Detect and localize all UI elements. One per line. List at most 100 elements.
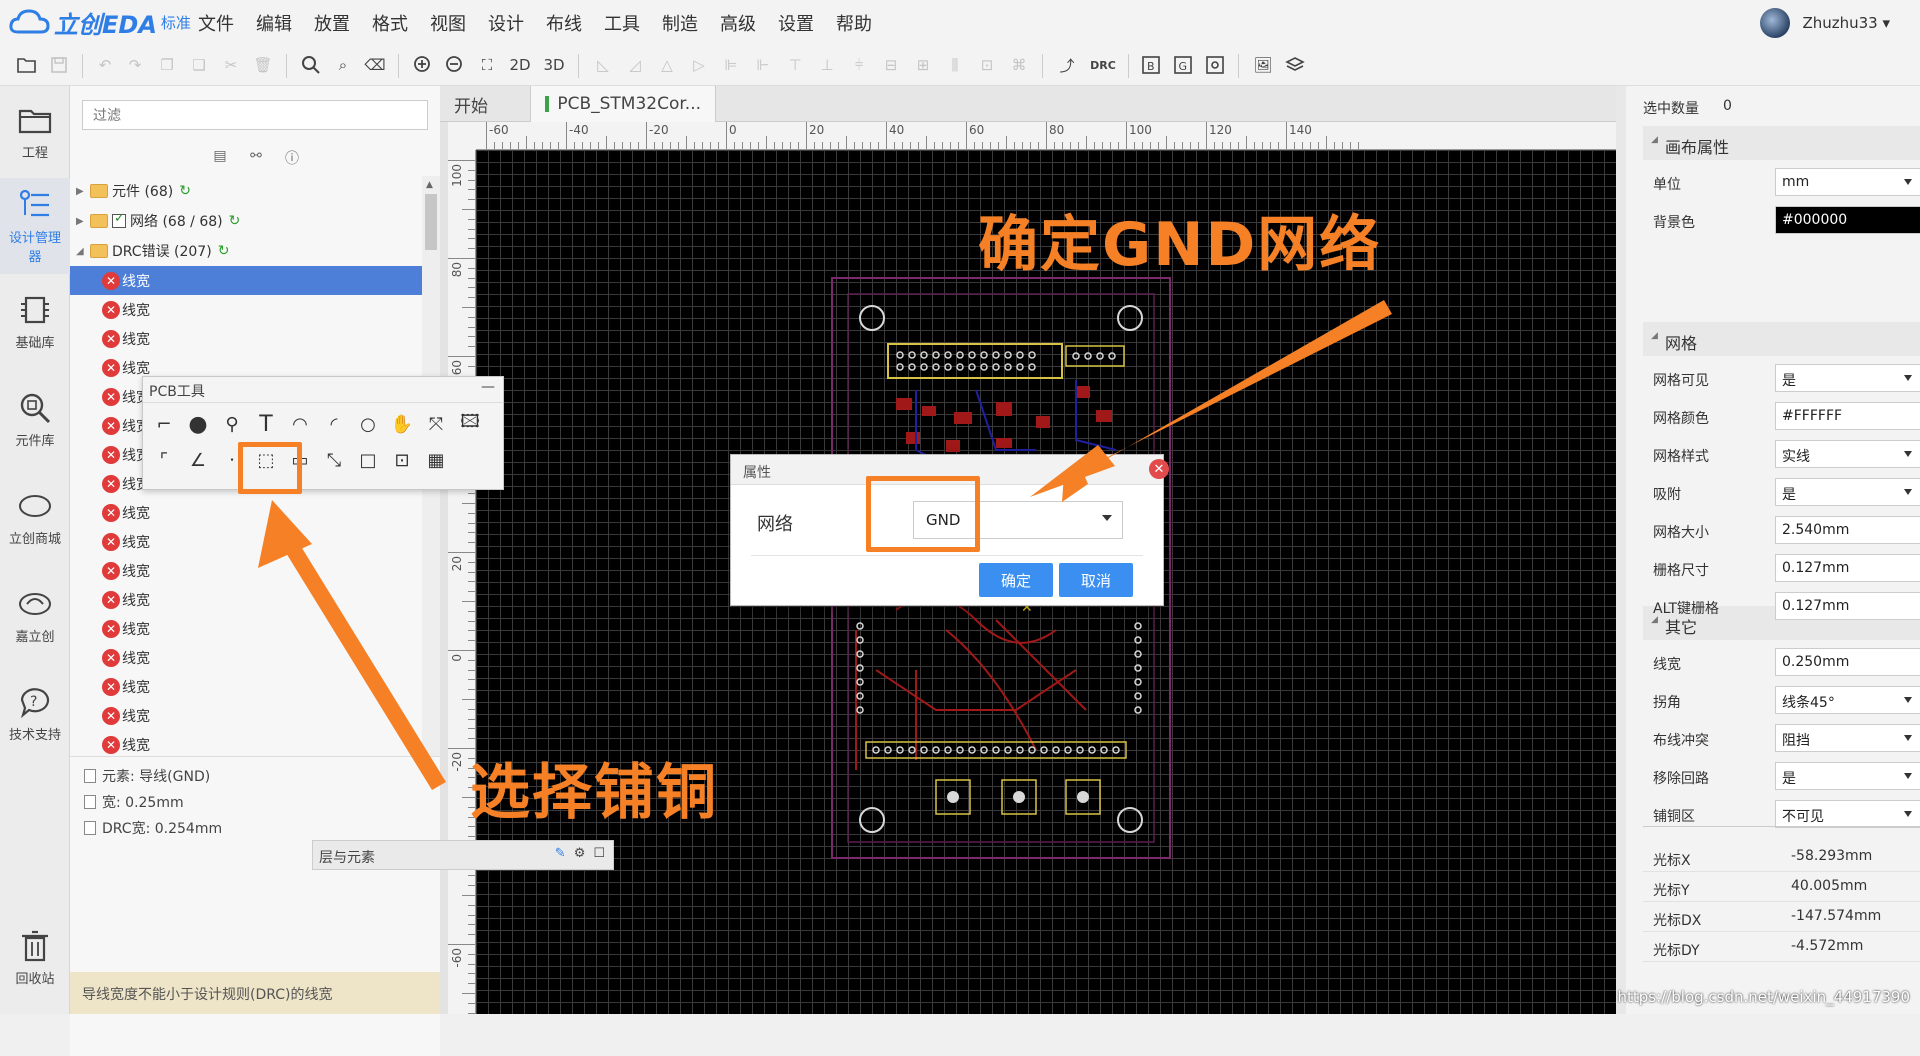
cut-icon[interactable]: ✂ — [218, 52, 244, 78]
refresh-icon[interactable]: ↻ — [229, 213, 241, 229]
pick-place-icon[interactable] — [1202, 52, 1228, 78]
paste-icon[interactable]: ❏ — [186, 52, 212, 78]
prop-input[interactable]: #000000 — [1775, 206, 1920, 234]
hole-icon[interactable]: ⤡ — [319, 445, 349, 475]
menu-item[interactable]: 制造 — [662, 10, 698, 36]
angle-icon[interactable]: ∠ — [183, 445, 213, 475]
rail-item-support[interactable]: ? 技术支持 — [0, 668, 70, 758]
erase-icon[interactable]: ⌫ — [362, 52, 388, 78]
chevron-down-icon[interactable] — [1904, 451, 1912, 457]
caret-right-icon[interactable]: ▶ — [76, 216, 90, 227]
drc-error-item[interactable]: ✕线宽 — [70, 556, 422, 585]
filter-input[interactable] — [82, 100, 428, 130]
distribute-h-icon[interactable]: ⊥ — [814, 52, 840, 78]
drc-error-item[interactable]: ✕线宽 — [70, 730, 422, 759]
arc-center-icon[interactable]: ◜ — [319, 409, 349, 439]
menu-item[interactable]: 格式 — [372, 10, 408, 36]
chevron-down-icon[interactable] — [1904, 179, 1912, 185]
cancel-button[interactable]: 取消 — [1059, 563, 1133, 597]
search-icon[interactable] — [298, 52, 324, 78]
menu-item[interactable]: 工具 — [604, 10, 640, 36]
drc-error-item[interactable]: ✕线宽 — [70, 643, 422, 672]
menu-item[interactable]: 视图 — [430, 10, 466, 36]
caret-right-icon[interactable]: ▶ — [76, 186, 90, 197]
gerber-icon[interactable]: G — [1170, 52, 1196, 78]
drc-error-item[interactable]: ✕线宽 — [70, 527, 422, 556]
right-splitter[interactable] — [1616, 86, 1626, 1014]
drc-error-item[interactable]: ✕线宽 — [70, 498, 422, 527]
prop-input[interactable]: 0.250mm — [1775, 648, 1920, 676]
checkbox[interactable] — [112, 214, 126, 228]
text-icon[interactable]: T — [251, 409, 281, 439]
prop-input[interactable]: 0.127mm — [1775, 592, 1920, 620]
section-grid[interactable]: 网格 — [1643, 322, 1920, 356]
align-h-center-icon[interactable]: ⊫ — [718, 52, 744, 78]
gear-icon[interactable]: ⚙ — [574, 846, 586, 861]
rail-item-basic-lib[interactable]: 基础库 — [0, 276, 70, 366]
arrange-icon[interactable]: ⊡ — [974, 52, 1000, 78]
menu-item[interactable]: 设置 — [778, 10, 814, 36]
menu-item[interactable]: 放置 — [314, 10, 350, 36]
chevron-down-icon[interactable] — [1102, 515, 1112, 521]
align-v-center-icon[interactable]: ⊩ — [750, 52, 776, 78]
prop-select[interactable]: 是 — [1775, 762, 1920, 790]
prop-select[interactable]: 是 — [1775, 478, 1920, 506]
chevron-down-icon[interactable] — [1904, 489, 1912, 495]
ungroup-icon[interactable]: ⊞ — [910, 52, 936, 78]
chevron-down-icon[interactable] — [1904, 773, 1912, 779]
rail-item-component-lib[interactable]: 元件库 — [0, 374, 70, 464]
pin-icon[interactable]: ✎ — [555, 846, 566, 861]
drc-button[interactable]: DRC — [1086, 52, 1120, 78]
image-icon[interactable]: 🖼 — [1250, 52, 1276, 78]
save-icon[interactable] — [46, 52, 72, 78]
menu-item[interactable]: 设计 — [488, 10, 524, 36]
connect-icon[interactable]: ⤧ — [421, 409, 451, 439]
rail-item-trash[interactable]: 回收站 — [0, 912, 70, 1002]
view-3d-button[interactable]: 3D — [540, 52, 568, 78]
prop-select[interactable]: 不可见 — [1775, 800, 1920, 828]
drc-error-item[interactable]: ✕线宽 — [70, 701, 422, 730]
maximize-icon[interactable]: ☐ — [593, 846, 605, 861]
panel-splitter[interactable] — [440, 122, 448, 1014]
drc-error-item[interactable]: ✕线宽 — [70, 672, 422, 701]
zoom-out-icon[interactable] — [442, 52, 468, 78]
menu-item[interactable]: 文件 — [198, 10, 234, 36]
import-icon[interactable]: ⤴ — [1054, 52, 1080, 78]
zoom-in-icon[interactable] — [410, 52, 436, 78]
arc-icon[interactable]: ◠ — [285, 409, 315, 439]
distribute-v-icon[interactable]: ⫩ — [846, 52, 872, 78]
align-bottom-icon[interactable]: ▷ — [686, 52, 712, 78]
layout-table-icon[interactable]: ▦ — [421, 445, 451, 475]
undo-icon[interactable]: ↶ — [92, 52, 118, 78]
net-filter-icon[interactable]: ⚯ — [246, 148, 266, 168]
copy-icon[interactable]: ❐ — [154, 52, 180, 78]
open-folder-icon[interactable] — [14, 52, 40, 78]
layers-panel[interactable]: 层与元素 ✎ ⚙ ☐ — [312, 840, 614, 870]
image-icon[interactable]: 🖾 — [455, 409, 485, 439]
menu-item[interactable]: 帮助 — [836, 10, 872, 36]
refresh-icon[interactable]: ↻ — [218, 243, 230, 259]
select-area-icon[interactable]: ⊡ — [387, 445, 417, 475]
circle-icon[interactable]: ○ — [353, 409, 383, 439]
network-icon[interactable]: ⌘ — [1006, 52, 1032, 78]
menu-item[interactable]: 布线 — [546, 10, 582, 36]
find-replace-icon[interactable]: ⌕ — [330, 52, 356, 78]
close-icon[interactable]: ✕ — [1149, 459, 1169, 479]
menu-item[interactable]: 编辑 — [256, 10, 292, 36]
redo-icon[interactable]: ↷ — [122, 52, 148, 78]
refresh-icon[interactable]: ↻ — [179, 183, 191, 199]
rail-item-lcsc[interactable]: 立创商城 — [0, 472, 70, 562]
drc-error-item[interactable]: ✕线宽 — [70, 295, 422, 324]
scroll-up-icon[interactable]: ▲ — [426, 180, 433, 190]
prop-input[interactable]: 2.540mm — [1775, 516, 1920, 544]
avatar[interactable] — [1760, 8, 1790, 38]
drc-error-item[interactable]: ✕线宽 — [70, 585, 422, 614]
rail-item-design-manager[interactable]: 设计管理器 — [0, 178, 70, 274]
chevron-down-icon[interactable] — [1904, 735, 1912, 741]
prop-input[interactable]: #FFFFFF — [1775, 402, 1920, 430]
align-right-icon[interactable]: ◿ — [622, 52, 648, 78]
menu-item[interactable]: 高级 — [720, 10, 756, 36]
delete-icon[interactable]: 🗑 — [250, 52, 276, 78]
user-name[interactable]: Zhuzhu33 ▾ — [1802, 14, 1890, 32]
dimension-icon[interactable]: ⌜ — [149, 445, 179, 475]
